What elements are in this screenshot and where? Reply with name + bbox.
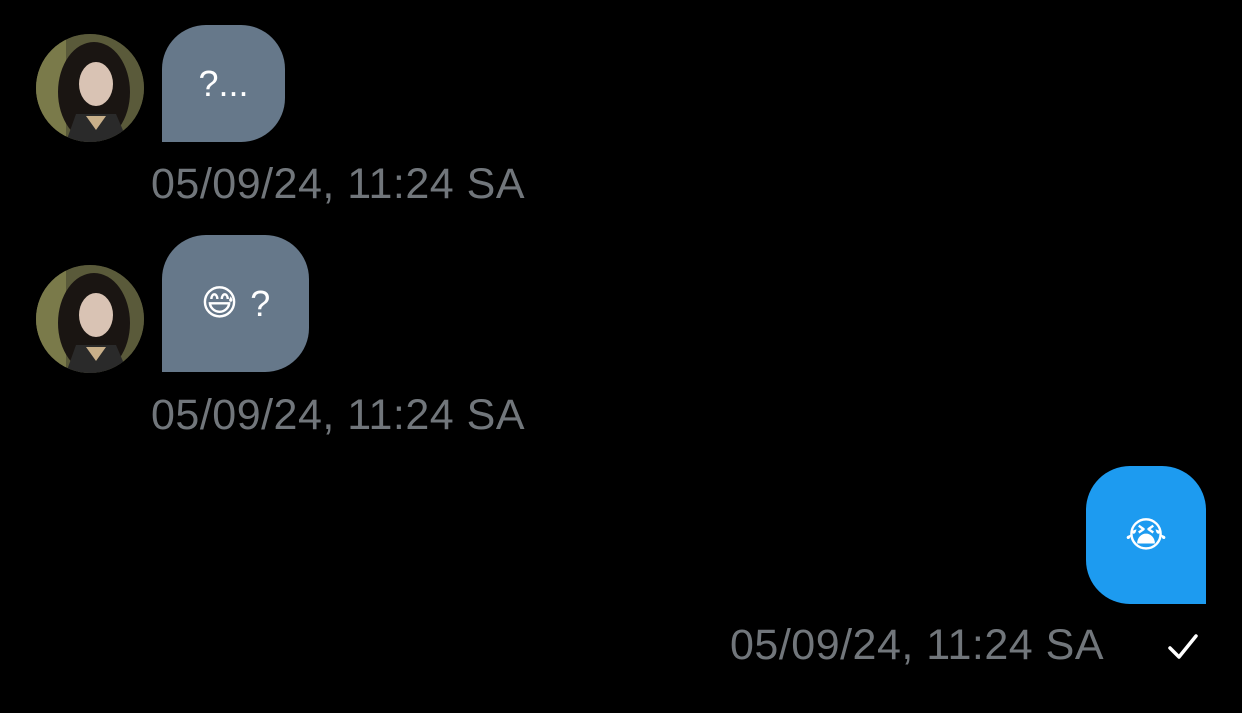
incoming-message-bubble[interactable]: 😅 ?: [162, 235, 309, 372]
sender-avatar[interactable]: [36, 34, 144, 142]
grinning-sweat-emoji-icon: 😅: [200, 283, 239, 324]
message-timestamp: 05/09/24, 11:24 SA: [151, 160, 525, 208]
avatar-image: [36, 265, 144, 373]
check-icon: [1168, 634, 1198, 659]
incoming-message-bubble[interactable]: ?...: [162, 25, 285, 142]
message-timestamp: 05/09/24, 11:24 SA: [730, 621, 1104, 669]
message-text: ?: [250, 282, 271, 324]
message-timestamp: 05/09/24, 11:24 SA: [151, 391, 525, 439]
loudly-crying-emoji-icon: 😭: [1124, 514, 1168, 556]
avatar-image: [36, 34, 144, 142]
sender-avatar[interactable]: [36, 265, 144, 373]
message-text: ?...: [198, 62, 249, 104]
outgoing-message-bubble[interactable]: 😭: [1086, 466, 1206, 604]
